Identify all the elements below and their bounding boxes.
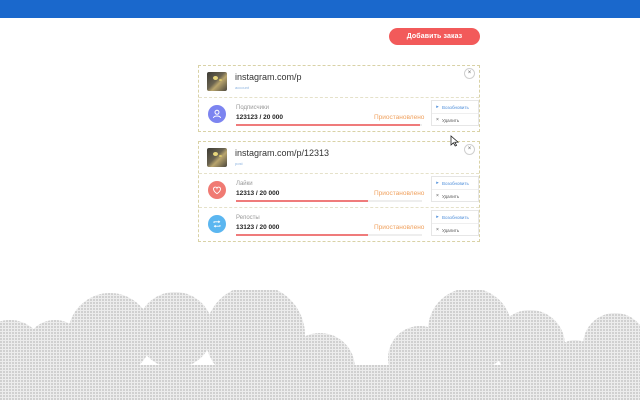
order-url: instagram.com/p/12313 — [235, 148, 330, 158]
close-icon: × — [436, 227, 439, 233]
service-progress — [236, 124, 422, 126]
order-card-header: instagram.com/p/12313 post × — [199, 142, 479, 174]
mouse-cursor-icon — [450, 135, 460, 147]
post-thumbnail — [207, 148, 227, 167]
delete-button[interactable]: × Удалить — [432, 224, 478, 236]
service-progress — [236, 234, 422, 236]
close-order-button[interactable]: × — [464, 144, 475, 155]
repost-icon — [208, 215, 226, 233]
service-status: Приостановлено — [374, 190, 425, 197]
play-icon: ▸ — [436, 104, 439, 110]
post-thumbnail — [207, 72, 227, 91]
delete-label: Удалить — [442, 117, 460, 123]
delete-button[interactable]: × Удалить — [432, 114, 478, 126]
heart-icon — [208, 181, 226, 199]
close-icon: × — [436, 117, 439, 123]
service-label: Репосты — [236, 215, 260, 221]
service-status: Приостановлено — [374, 224, 425, 231]
user-icon — [208, 105, 226, 123]
service-actions: ▸ Возобновить × Удалить — [431, 176, 479, 202]
resume-label: Возобновить — [442, 214, 469, 220]
service-count: 13123 / 20 000 — [236, 224, 280, 231]
service-actions: ▸ Возобновить × Удалить — [431, 100, 479, 126]
service-row: Подписчики 123123 / 20 000 Приостановлен… — [199, 98, 479, 131]
order-type-label: post — [235, 161, 243, 166]
progress-fill — [236, 200, 369, 202]
resume-label: Возобновить — [442, 180, 469, 186]
service-progress — [236, 200, 422, 202]
resume-label: Возобновить — [442, 104, 469, 110]
order-card-header: instagram.com/p account × — [199, 66, 479, 98]
service-label: Лайки — [236, 181, 253, 187]
resume-button[interactable]: ▸ Возобновить — [432, 177, 478, 190]
close-icon: × — [436, 193, 439, 199]
service-row: Лайки 12313 / 20 000 Приостановлено ▸ Воз… — [199, 174, 479, 208]
resume-button[interactable]: ▸ Возобновить — [432, 101, 478, 114]
service-label: Подписчики — [236, 105, 270, 111]
close-order-button[interactable]: × — [464, 68, 475, 79]
delete-label: Удалить — [442, 227, 460, 233]
close-icon: × — [467, 146, 472, 152]
top-bar — [0, 0, 640, 18]
progress-fill — [236, 124, 421, 126]
clouds-decoration — [0, 290, 640, 400]
service-actions: ▸ Возобновить × Удалить — [431, 210, 479, 236]
delete-label: Удалить — [442, 193, 460, 199]
add-order-button[interactable]: Добавить заказ — [389, 28, 480, 45]
order-type-label: account — [235, 85, 250, 90]
play-icon: ▸ — [436, 214, 439, 220]
resume-button[interactable]: ▸ Возобновить — [432, 211, 478, 224]
order-url: instagram.com/p — [235, 72, 302, 82]
progress-fill — [236, 234, 369, 236]
order-card: instagram.com/p account × Подписчики 123… — [198, 65, 480, 132]
service-count: 123123 / 20 000 — [236, 114, 283, 121]
play-icon: ▸ — [436, 180, 439, 186]
order-card: instagram.com/p/12313 post × Лайки 12313… — [198, 141, 480, 242]
service-count: 12313 / 20 000 — [236, 190, 280, 197]
close-icon: × — [467, 70, 472, 76]
delete-button[interactable]: × Удалить — [432, 190, 478, 202]
service-row: Репосты 13123 / 20 000 Приостановлено ▸ В… — [199, 208, 479, 241]
service-status: Приостановлено — [374, 114, 425, 121]
